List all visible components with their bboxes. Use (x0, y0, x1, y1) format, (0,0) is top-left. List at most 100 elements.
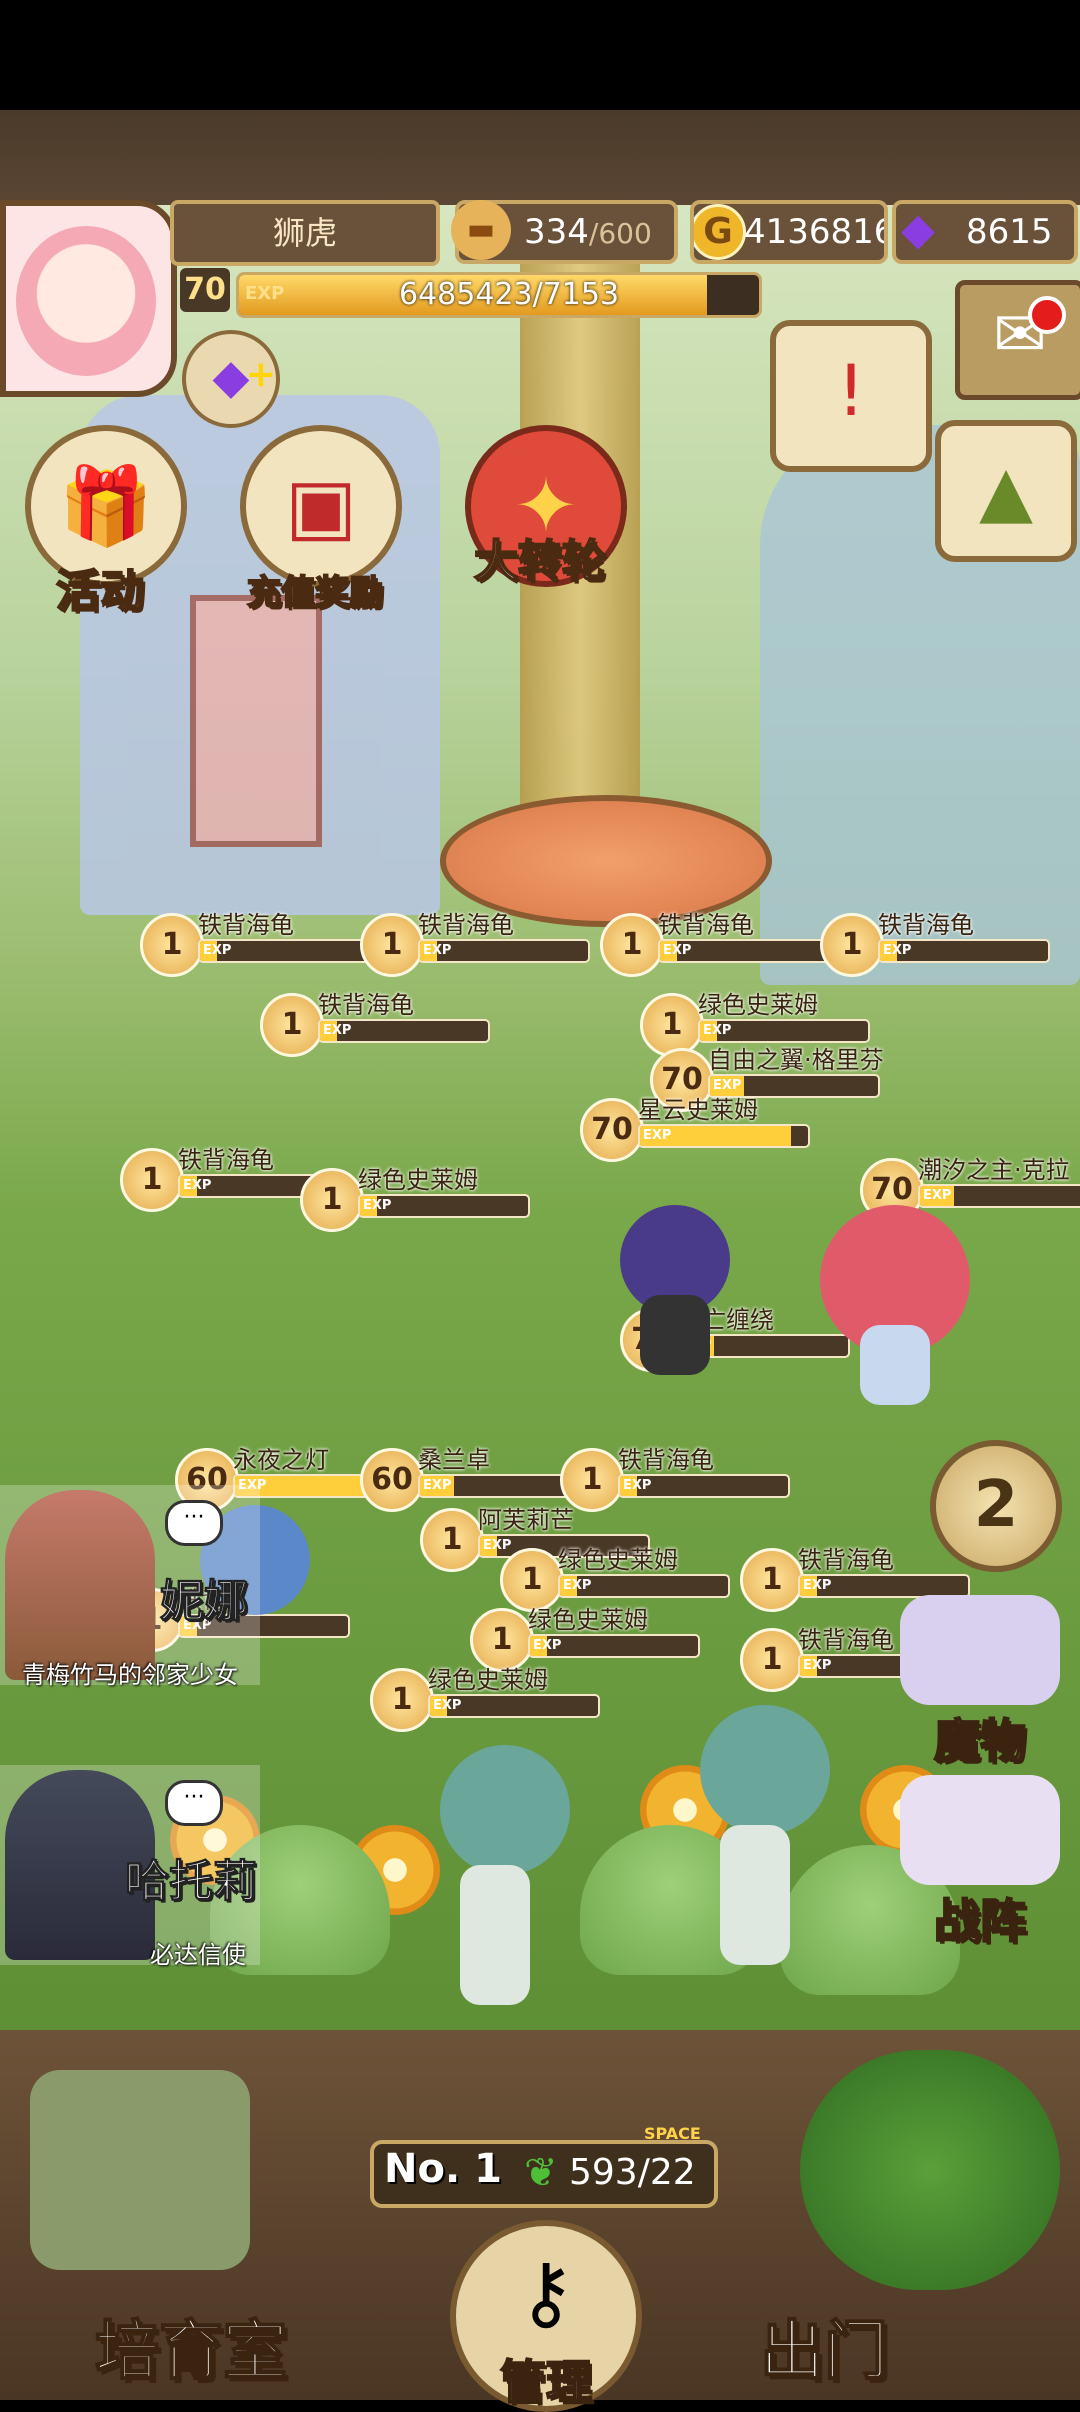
octopus-maid-monster[interactable] (800, 1205, 1000, 1405)
player-avatar[interactable] (0, 200, 177, 397)
monster-label[interactable]: 1铁背海龟 EXP (560, 1440, 796, 1512)
plus-icon: + (245, 354, 276, 395)
monster-name: 桑兰卓 (418, 1446, 490, 1474)
exp-label: EXP (245, 283, 285, 304)
keys-icon: ⚷ (516, 2246, 576, 2339)
monster-level: 1 (120, 1148, 184, 1212)
monster-exp-label: EXP (883, 943, 912, 958)
recharge-reward-label: 充值奖励 (246, 572, 384, 614)
monster-label[interactable]: 1 绿色史莱姆 EXP (300, 1160, 536, 1232)
rank-panel: No. 1 ❦ 593/22 SPACE (370, 2124, 718, 2208)
monster-name: 永夜之灯 (233, 1446, 329, 1474)
forest-exit-icon (800, 2050, 1060, 2290)
buy-gems-button[interactable]: ◆ + (182, 330, 280, 428)
activity-button[interactable]: 🎁 活动 (10, 425, 190, 618)
monster-exp-bar: EXP (358, 1194, 530, 1218)
monster-exp-label: EXP (663, 943, 692, 958)
gems-resource[interactable]: ◆ 8615 (892, 200, 1078, 264)
monster-exp-bar: EXP (558, 1574, 730, 1598)
leaf-girl-monster[interactable] (680, 1705, 830, 2005)
monster-exp-label: EXP (423, 943, 452, 958)
gold-value: 4136816 (744, 212, 888, 252)
monster-label[interactable]: 1 绿色史莱姆 EXP (470, 1600, 706, 1672)
monster-label[interactable]: 1铁背海龟 EXP (600, 905, 836, 977)
leaf-icon: ❦ (524, 2150, 558, 2196)
monster-name: 铁背海龟 (878, 911, 974, 939)
monster-exp-label: EXP (923, 1188, 952, 1203)
monster-level: 1 (420, 1508, 484, 1572)
status-bar (0, 0, 1080, 110)
monster-name: 铁背海龟 (658, 911, 754, 939)
exit-button[interactable]: 出门 (759, 2300, 889, 2392)
monster-label[interactable]: 1铁背海龟 EXP (820, 905, 1056, 977)
monster-exp-bar: EXP (528, 1634, 700, 1658)
monster-name: 铁背海龟 (418, 911, 514, 939)
npc-hetuoli[interactable]: ··· 哈托莉 必达信使 (0, 1765, 260, 1969)
monster-name: 铁背海龟 (318, 991, 414, 1019)
top-frame (0, 110, 1080, 209)
monster-exp-bar: EXP (658, 939, 830, 963)
monster-name: 自由之翼·格里芬 (708, 1046, 884, 1074)
backpack-button[interactable]: ▲ (935, 420, 1077, 562)
player-name: 狮虎 (170, 200, 440, 266)
maid-body (640, 1295, 710, 1375)
monster-exp-bar: EXP (428, 1694, 600, 1718)
monster-name: 潮汐之主·克拉 (918, 1156, 1070, 1184)
monster-name: 星云史莱姆 (638, 1096, 758, 1124)
manage-button[interactable]: ⚷ 管理 (450, 2220, 642, 2412)
monster-exp-label: EXP (803, 1578, 832, 1593)
monster-exp-label: EXP (803, 1658, 832, 1673)
activity-label: 活动 (55, 565, 145, 618)
leaf-girl-head (440, 1745, 570, 1875)
gold-resource[interactable]: G 4136816 (690, 200, 888, 264)
monsters-nav-button[interactable]: 魔物 (880, 1595, 1080, 1769)
monsters-nav-icon (900, 1595, 1060, 1705)
purple-gem-icon: ◆ (901, 204, 935, 255)
monster-level: 1 (740, 1628, 804, 1692)
monster-level: 1 (360, 913, 424, 977)
monster-label[interactable]: 1铁背海龟 EXP (140, 905, 376, 977)
monster-exp-label: EXP (363, 1198, 392, 1213)
mail-button[interactable]: ✉ (955, 280, 1080, 400)
monster-label[interactable]: 1铁背海龟 EXP (360, 905, 596, 977)
leaf-girl-monster[interactable] (420, 1745, 570, 2035)
monster-label[interactable]: 1 绿色史莱姆 EXP (500, 1540, 736, 1612)
monster-level: 1 (740, 1548, 804, 1612)
wheel-button[interactable]: ✦ 大转轮 (450, 425, 630, 605)
monster-exp-bar: EXP (638, 1124, 810, 1148)
monster-exp-label: EXP (433, 1698, 462, 1713)
backpack-icon: ▲ (979, 450, 1033, 532)
npc-nina[interactable]: ··· 妮娜 青梅竹马的邻家少女 (0, 1485, 260, 1689)
monster-exp-bar: EXP (418, 939, 590, 963)
bread-icon: ▬ (451, 200, 511, 260)
gold-coin-icon: G (694, 204, 746, 260)
monster-level: 1 (300, 1168, 364, 1232)
mail-notification-badge (1028, 296, 1066, 334)
monster-exp-label: EXP (323, 1023, 352, 1038)
chat-bubble-icon[interactable]: ··· (165, 1780, 223, 1826)
monster-level: 70 (580, 1098, 644, 1162)
monster-exp-label: EXP (643, 1128, 672, 1143)
monster-label[interactable]: 1 绿色史莱姆 EXP (370, 1660, 606, 1732)
monster-name: 绿色史莱姆 (428, 1666, 548, 1694)
nina-portrait (5, 1490, 155, 1680)
monster-exp-label: EXP (623, 1478, 652, 1493)
monster-label[interactable]: 1铁背海龟 EXP (260, 985, 496, 1057)
monster-label[interactable]: 70 星云史莱姆 EXP (580, 1090, 816, 1162)
gems-value: 8615 (966, 212, 1053, 252)
chat-bubble-icon[interactable]: ··· (165, 1500, 223, 1546)
hetuoli-name: 哈托莉 (125, 1856, 258, 1908)
recharge-reward-button[interactable]: ▣ 充值奖励 (225, 425, 405, 614)
page-next-button[interactable]: 2 (930, 1440, 1062, 1572)
quest-scroll-button[interactable]: ! (770, 320, 932, 472)
nursery-button[interactable]: 培育室 (94, 2300, 288, 2392)
rank-number: No. 1 (384, 2146, 502, 2192)
formation-nav-button[interactable]: 战阵 (880, 1775, 1080, 1949)
stamina-resource[interactable]: ▬ 334/600 (451, 200, 678, 264)
crossed-swords-icon (900, 1775, 1060, 1885)
monster-level: 1 (600, 913, 664, 977)
monster-level: 60 (360, 1448, 424, 1512)
maid-monster[interactable] (600, 1205, 750, 1375)
monster-name: 铁背海龟 (798, 1546, 894, 1574)
monster-exp-bar: EXP (618, 1474, 790, 1498)
